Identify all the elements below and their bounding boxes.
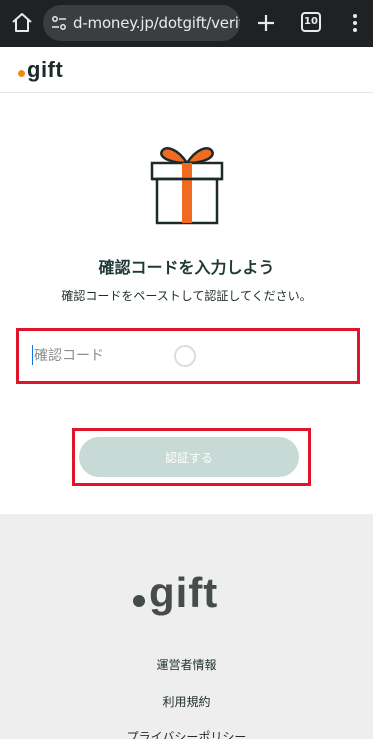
footer-gift-logo[interactable]: gift [133,572,218,614]
gift-logo[interactable]: gift [18,57,63,83]
new-tab-icon[interactable] [254,11,278,35]
logo-dot [18,70,25,77]
footer-logo-text: gift [149,569,219,616]
footer-link-operator-info[interactable]: 運営者情報 [0,656,373,673]
address-bar[interactable]: d-money.jp/dotgift/verify [43,5,240,41]
verify-button[interactable]: 認証する [79,437,299,477]
page-title: 確認コードを入力しよう [98,258,275,277]
site-settings-icon[interactable] [51,15,67,31]
gift-box-icon [150,147,224,225]
text-caret [32,345,33,365]
url-text: d-money.jp/dotgift/verify [73,14,240,32]
page-subtitle: 確認コードをペーストして認証してください。 [61,289,312,303]
more-menu-icon[interactable] [343,11,367,35]
footer-logo-dot [133,595,145,607]
loading-spinner-icon [174,345,196,367]
home-icon[interactable] [10,11,34,35]
footer-link-terms[interactable]: 利用規約 [0,693,373,710]
logo-text: gift [27,57,64,82]
site-footer: gift 運営者情報 利用規約 プライバシーポリシー [0,514,373,739]
site-header: gift [0,47,373,93]
verification-code-input[interactable] [34,344,234,368]
footer-link-privacy-policy[interactable]: プライバシーポリシー [0,728,373,739]
tab-switcher-button[interactable]: 10 [301,12,321,32]
browser-toolbar: d-money.jp/dotgift/verify 10 [0,0,373,47]
